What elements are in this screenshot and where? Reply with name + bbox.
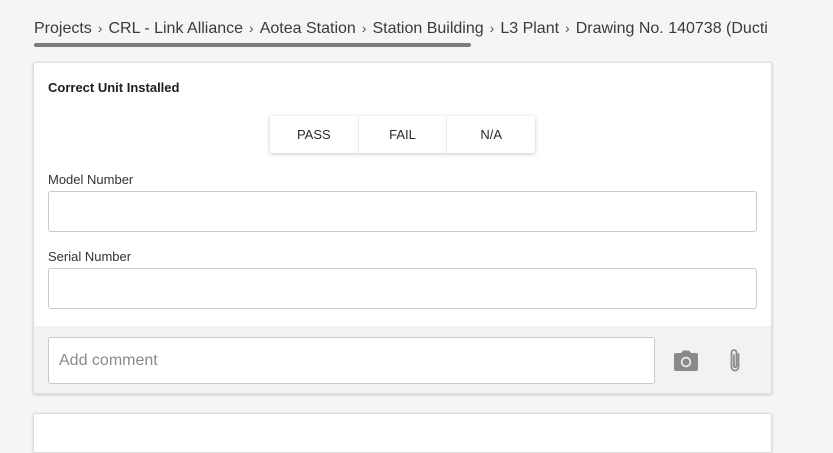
- breadcrumb-scrollbar[interactable]: [34, 43, 471, 47]
- breadcrumb-drawing[interactable]: Drawing No. 140738 (Ducti: [576, 20, 768, 38]
- serial-number-label: Serial Number: [48, 249, 132, 264]
- breadcrumb-l3-plant[interactable]: L3 Plant: [500, 20, 559, 38]
- breadcrumb-crl-link-alliance[interactable]: CRL - Link Alliance: [108, 20, 243, 38]
- breadcrumb-separator-icon: ›: [249, 20, 254, 36]
- paperclip-icon[interactable]: [722, 348, 748, 374]
- breadcrumb-aotea-station[interactable]: Aotea Station: [260, 20, 356, 38]
- comment-input[interactable]: [48, 337, 655, 384]
- comment-bar: [34, 326, 771, 393]
- item-title: Correct Unit Installed: [48, 80, 180, 95]
- breadcrumb-projects[interactable]: Projects: [34, 20, 92, 38]
- breadcrumb: Projects › CRL - Link Alliance › Aotea S…: [34, 17, 772, 41]
- breadcrumb-separator-icon: ›: [361, 20, 367, 36]
- breadcrumb-separator-icon: ›: [97, 20, 103, 36]
- na-button[interactable]: N/A: [447, 116, 535, 153]
- model-number-label: Model Number: [48, 172, 134, 187]
- model-number-field[interactable]: [48, 191, 757, 232]
- next-item-card: [33, 413, 772, 453]
- breadcrumb-station-building[interactable]: Station Building: [372, 20, 483, 38]
- result-toggle-group: PASS FAIL N/A: [270, 116, 535, 153]
- breadcrumb-separator-icon: ›: [565, 20, 570, 36]
- pass-button[interactable]: PASS: [270, 116, 359, 153]
- camera-icon[interactable]: [673, 348, 699, 374]
- breadcrumb-separator-icon: ›: [489, 20, 495, 36]
- inspection-item-card: Correct Unit Installed PASS FAIL N/A Mod…: [33, 62, 772, 394]
- serial-number-field[interactable]: [48, 268, 757, 309]
- fail-button[interactable]: FAIL: [359, 116, 448, 153]
